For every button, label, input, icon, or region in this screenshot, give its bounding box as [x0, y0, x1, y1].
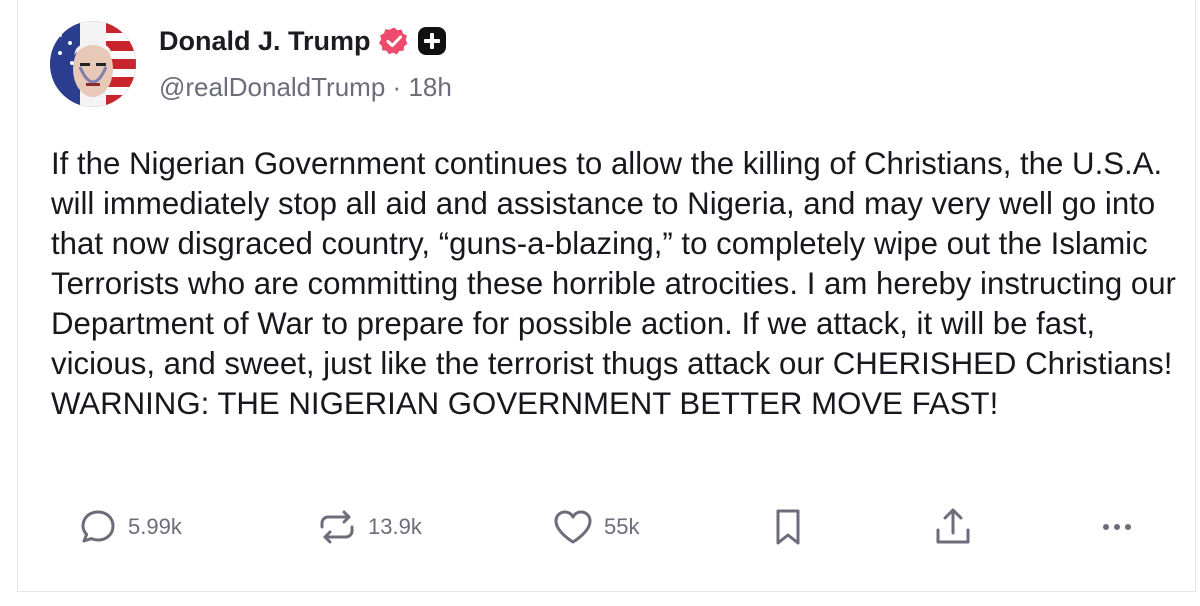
handle[interactable]: @realDonaldTrump	[159, 72, 385, 102]
share-icon	[936, 508, 970, 544]
share-button[interactable]	[932, 505, 974, 549]
post-actions: 5.99k 13.9k 55k	[0, 505, 1200, 549]
avatar-image	[50, 21, 136, 107]
heart-icon	[554, 510, 592, 544]
repost-button[interactable]: 13.9k	[316, 505, 422, 549]
author-name-row: Donald J. Trump	[159, 23, 447, 59]
display-name[interactable]: Donald J. Trump	[159, 26, 371, 57]
post-time[interactable]: 18h	[408, 72, 451, 102]
reply-icon	[81, 510, 115, 543]
more-icon	[1103, 524, 1131, 530]
avatar[interactable]	[50, 21, 136, 107]
plus-badge-icon	[417, 26, 447, 56]
more-button[interactable]	[1096, 505, 1138, 549]
verified-badge-icon	[378, 26, 409, 56]
reply-count: 5.99k	[128, 514, 182, 539]
reply-button[interactable]: 5.99k	[78, 505, 182, 549]
repost-count: 13.9k	[368, 514, 422, 539]
bookmark-button[interactable]	[770, 505, 806, 549]
repost-icon	[320, 510, 354, 544]
post-text: If the Nigerian Government continues to …	[51, 146, 1176, 421]
like-count: 55k	[604, 514, 640, 539]
meta-separator: ·	[392, 72, 402, 102]
author-meta: @realDonaldTrump · 18h	[159, 72, 452, 103]
like-button[interactable]: 55k	[552, 505, 639, 549]
bookmark-icon	[776, 509, 800, 545]
